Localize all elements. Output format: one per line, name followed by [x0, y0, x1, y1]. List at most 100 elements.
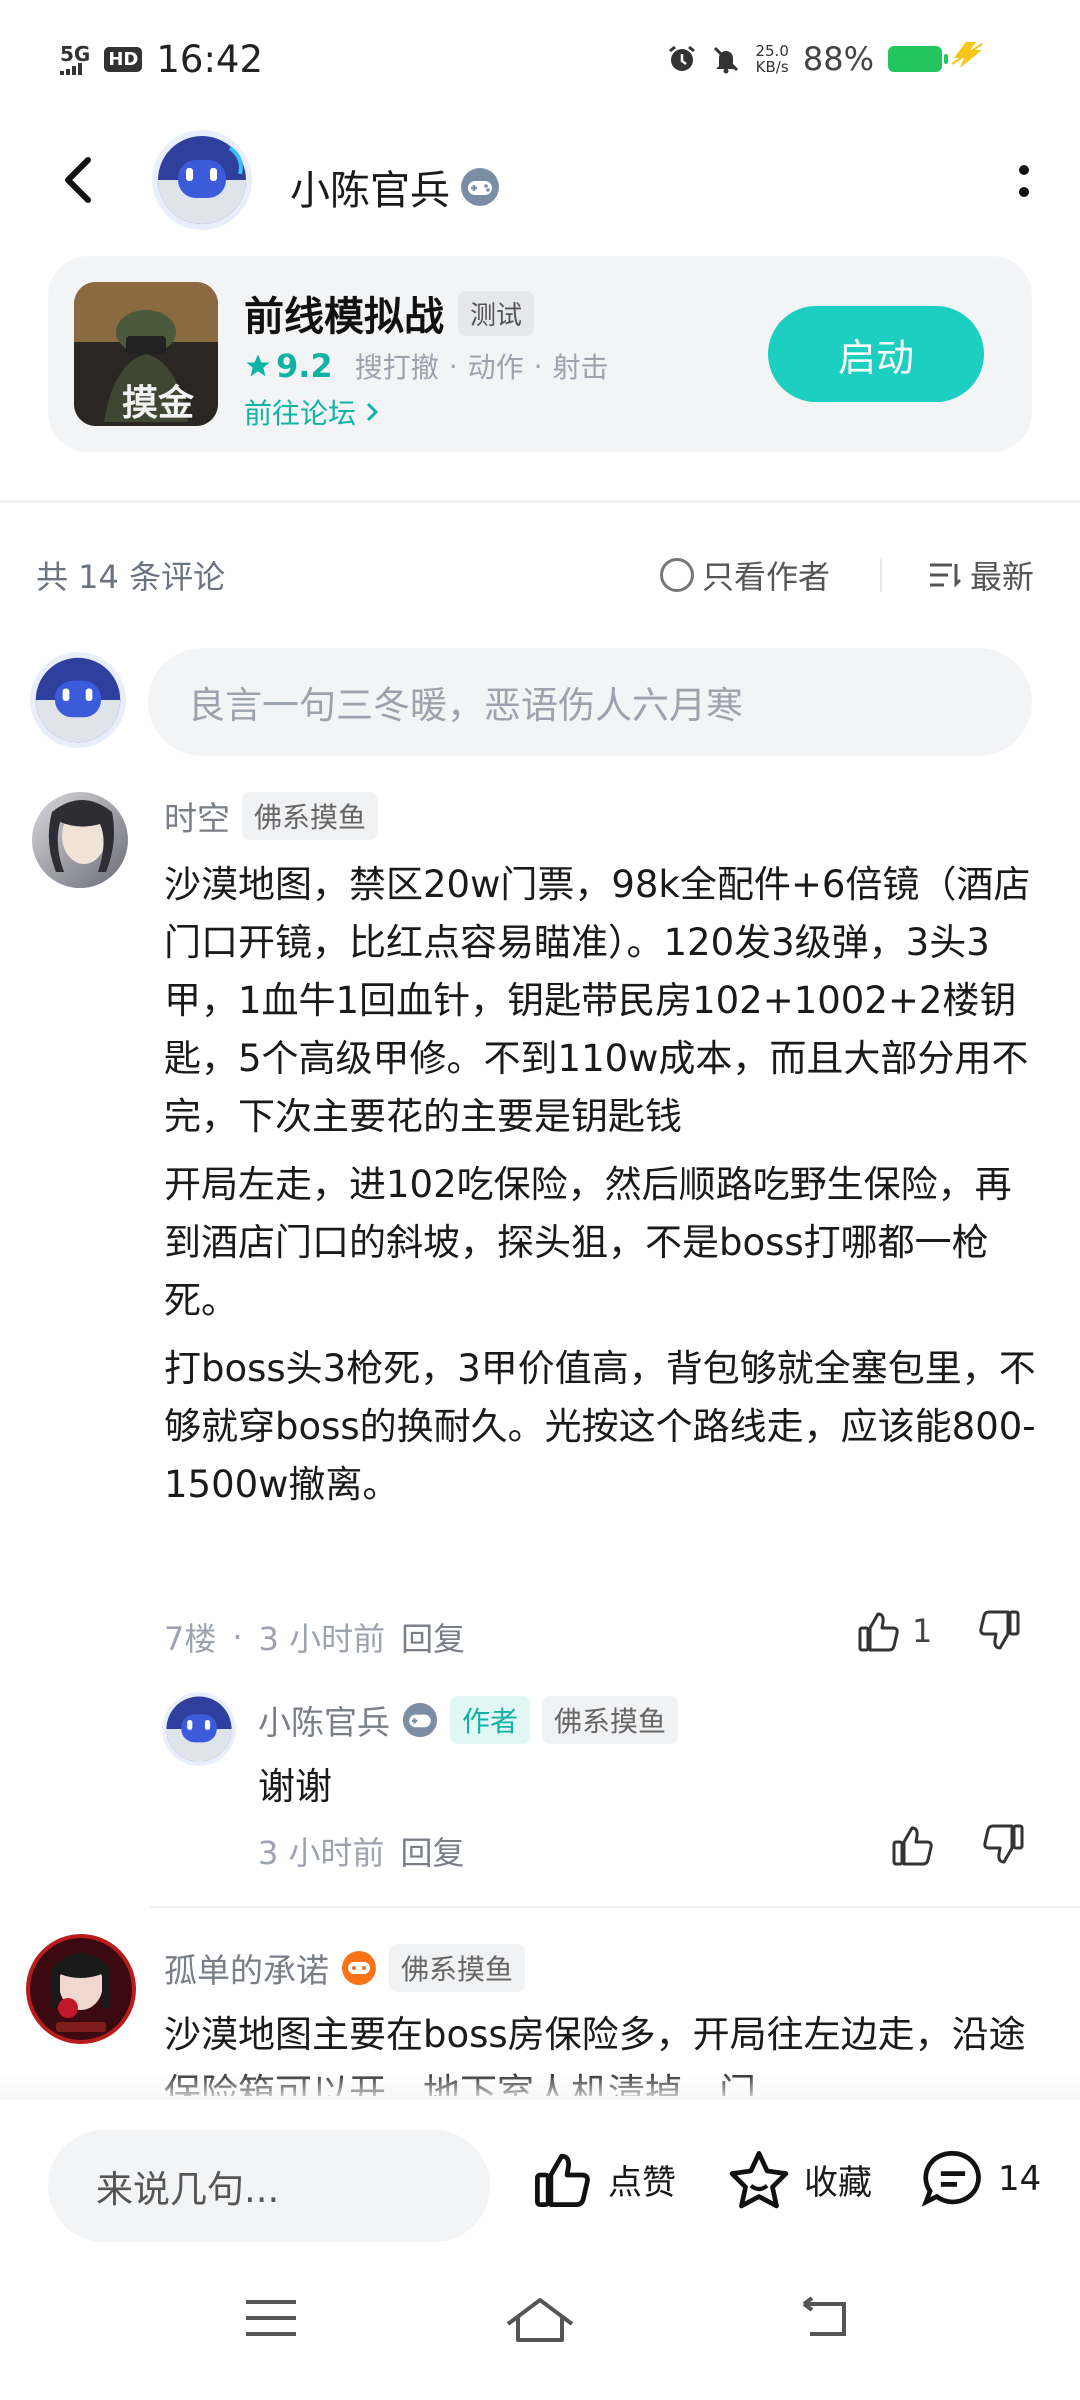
- favorite-button[interactable]: 收藏: [726, 2148, 872, 2210]
- scroll-fade: [0, 2070, 1080, 2104]
- game-icon[interactable]: 摸金: [74, 282, 218, 426]
- comment-actions: 1: [856, 1608, 1022, 1654]
- commenter-avatar[interactable]: [26, 1934, 136, 2044]
- top-app-bar: 小陈官兵: [0, 120, 1080, 250]
- comment-paragraph: 打boss头3枪死，3甲价值高，背包够就全塞包里，不够就穿boss的换耐久。光按…: [164, 1347, 1036, 1506]
- signal-label: 5G: [60, 41, 91, 66]
- status-right: 25.0 KB/s 88%: [667, 40, 948, 78]
- comment-paragraph: 开局左走，进102吃保险，然后顺路吃野生保险，再到酒店门口的斜坡，探头狙，不是b…: [164, 1163, 1012, 1322]
- user-tag: 佛系摸鱼: [242, 792, 379, 840]
- portrait-illustration: [48, 800, 114, 872]
- thumbs-up-icon[interactable]: [856, 1608, 902, 1654]
- home-icon[interactable]: [504, 2296, 576, 2344]
- only-author-toggle[interactable]: 只看作者: [660, 552, 830, 598]
- back-arrow-icon[interactable]: [50, 150, 110, 210]
- reply-actions: [890, 1822, 1026, 1868]
- comment-author-row: 时空 佛系摸鱼: [164, 792, 379, 840]
- alarm-icon: [669, 45, 696, 71]
- thumbs-up-icon[interactable]: [890, 1822, 936, 1868]
- reply-author-name[interactable]: 小陈官兵: [258, 1696, 390, 1744]
- game-title-row: 前线模拟战 测试: [244, 284, 535, 342]
- reply-button[interactable]: 回复: [401, 1614, 465, 1660]
- rating: 9.2: [244, 347, 333, 385]
- comment-body: 沙漠地图，禁区20w门票，98k全配件+6倍镜（酒店门口开镜，比红点容易瞄准）。…: [164, 856, 1044, 1514]
- author-name-row[interactable]: 小陈官兵: [290, 158, 500, 216]
- like-count: 1: [912, 1612, 933, 1650]
- comment-count-badge: 14: [998, 2159, 1042, 2199]
- reply-body: 谢谢: [258, 1758, 958, 1816]
- author-badge: 作者: [450, 1696, 531, 1744]
- meta-dot: ·: [232, 1618, 243, 1656]
- thumbs-down-icon[interactable]: [976, 1608, 1022, 1654]
- comment-bubble-icon: [921, 2151, 981, 2207]
- user-tag: 佛系摸鱼: [389, 1944, 526, 1992]
- comment-input[interactable]: 良言一句三冬暖，恶语伤人六月寒: [148, 648, 1032, 756]
- reply-button[interactable]: 回复: [401, 1828, 465, 1874]
- sort-button[interactable]: 最新: [928, 552, 1034, 598]
- floor-number: 7楼: [164, 1620, 217, 1658]
- genre-dot: ·: [533, 349, 543, 383]
- reply-text: 谢谢: [258, 1765, 332, 1808]
- comments-button[interactable]: 14: [920, 2148, 1041, 2210]
- user-tag: 佛系摸鱼: [542, 1696, 679, 1744]
- portrait-illustration: [52, 1953, 110, 2032]
- menu-icon[interactable]: [244, 2296, 298, 2340]
- chevron-right-icon: [366, 402, 379, 422]
- comment-author-row: 孤单的承诺 佛系摸鱼: [164, 1944, 526, 1992]
- forum-link[interactable]: 前往论坛: [244, 392, 382, 432]
- author-name: 小陈官兵: [290, 168, 450, 214]
- author-avatar[interactable]: [152, 130, 252, 230]
- back-icon[interactable]: [796, 2296, 852, 2340]
- comment-author-name[interactable]: 孤单的承诺: [164, 1944, 329, 1992]
- signal-icon: 5G: [60, 41, 91, 75]
- bottom-action-bar: 来说几句... 点赞 收藏 14: [0, 2100, 1080, 2250]
- radio-circle-icon: [660, 558, 694, 592]
- game-card[interactable]: 摸金 前线模拟战 测试 9.2 搜打撤 · 动作 · 射击 前往论坛 启动: [48, 256, 1032, 452]
- commenter-avatar[interactable]: [32, 792, 128, 888]
- section-divider: [0, 500, 1080, 503]
- genre-1: 搜打撤: [354, 351, 439, 384]
- thumbs-down-icon[interactable]: [980, 1822, 1026, 1868]
- battery-percent: 88%: [802, 40, 874, 78]
- net-speed-unit: KB/s: [755, 58, 789, 76]
- like-button[interactable]: 点赞: [530, 2148, 676, 2210]
- reply-author-avatar[interactable]: [162, 1692, 236, 1766]
- more-options-icon[interactable]: [1012, 160, 1036, 204]
- status-bar: 5G HD 16:42 25.0 KB/s 88%: [0, 0, 1080, 120]
- favorite-label: 收藏: [804, 2162, 872, 2203]
- comment-paragraph: 沙漠地图，禁区20w门票，98k全配件+6倍镜（酒店门口开镜，比红点容易瞄准）。…: [164, 863, 1031, 1138]
- hd-badge: HD: [104, 47, 143, 72]
- launch-button[interactable]: 启动: [768, 306, 984, 402]
- gamepad-badge-icon: [461, 168, 499, 206]
- test-badge: 测试: [458, 290, 535, 336]
- net-speed-value: 25.0: [755, 42, 789, 60]
- comment-count: 共 14 条评论: [36, 558, 226, 596]
- game-meta: 9.2 搜打撤 · 动作 · 射击: [244, 346, 609, 386]
- rating-value: 9.2: [276, 347, 333, 385]
- sort-label: 最新: [969, 558, 1034, 596]
- sort-lines-icon: [929, 563, 962, 588]
- comment-divider: [150, 1906, 1080, 1908]
- charging-bolt-icon: [951, 42, 983, 68]
- header-separator: [880, 558, 882, 592]
- my-avatar: [30, 652, 126, 748]
- star-icon: [246, 354, 270, 377]
- genre-3: 射击: [552, 351, 609, 384]
- forum-link-label: 前往论坛: [244, 397, 357, 430]
- battery-icon: [888, 46, 948, 72]
- game-icon-text: 摸金: [122, 383, 195, 424]
- say-something-input[interactable]: 来说几句...: [48, 2130, 490, 2242]
- star-outline-icon: [729, 2151, 789, 2209]
- genre-2: 动作: [467, 351, 524, 384]
- reply-author-row: 小陈官兵 作者 佛系摸鱼: [258, 1696, 679, 1744]
- comment-meta: 7楼 · 3 小时前 回复: [164, 1614, 465, 1660]
- game-controller-badge-icon: [342, 1951, 376, 1985]
- reply-meta: 3 小时前 回复: [258, 1828, 465, 1874]
- comment-author-name[interactable]: 时空: [164, 792, 230, 840]
- net-speed: 25.0 KB/s: [755, 43, 788, 75]
- system-nav-bar: [0, 2250, 1080, 2400]
- mute-bell-icon: [714, 46, 739, 74]
- only-author-label: 只看作者: [702, 558, 831, 596]
- game-title: 前线模拟战: [244, 294, 444, 340]
- comments-header: 共 14 条评论 只看作者 最新: [0, 540, 1080, 610]
